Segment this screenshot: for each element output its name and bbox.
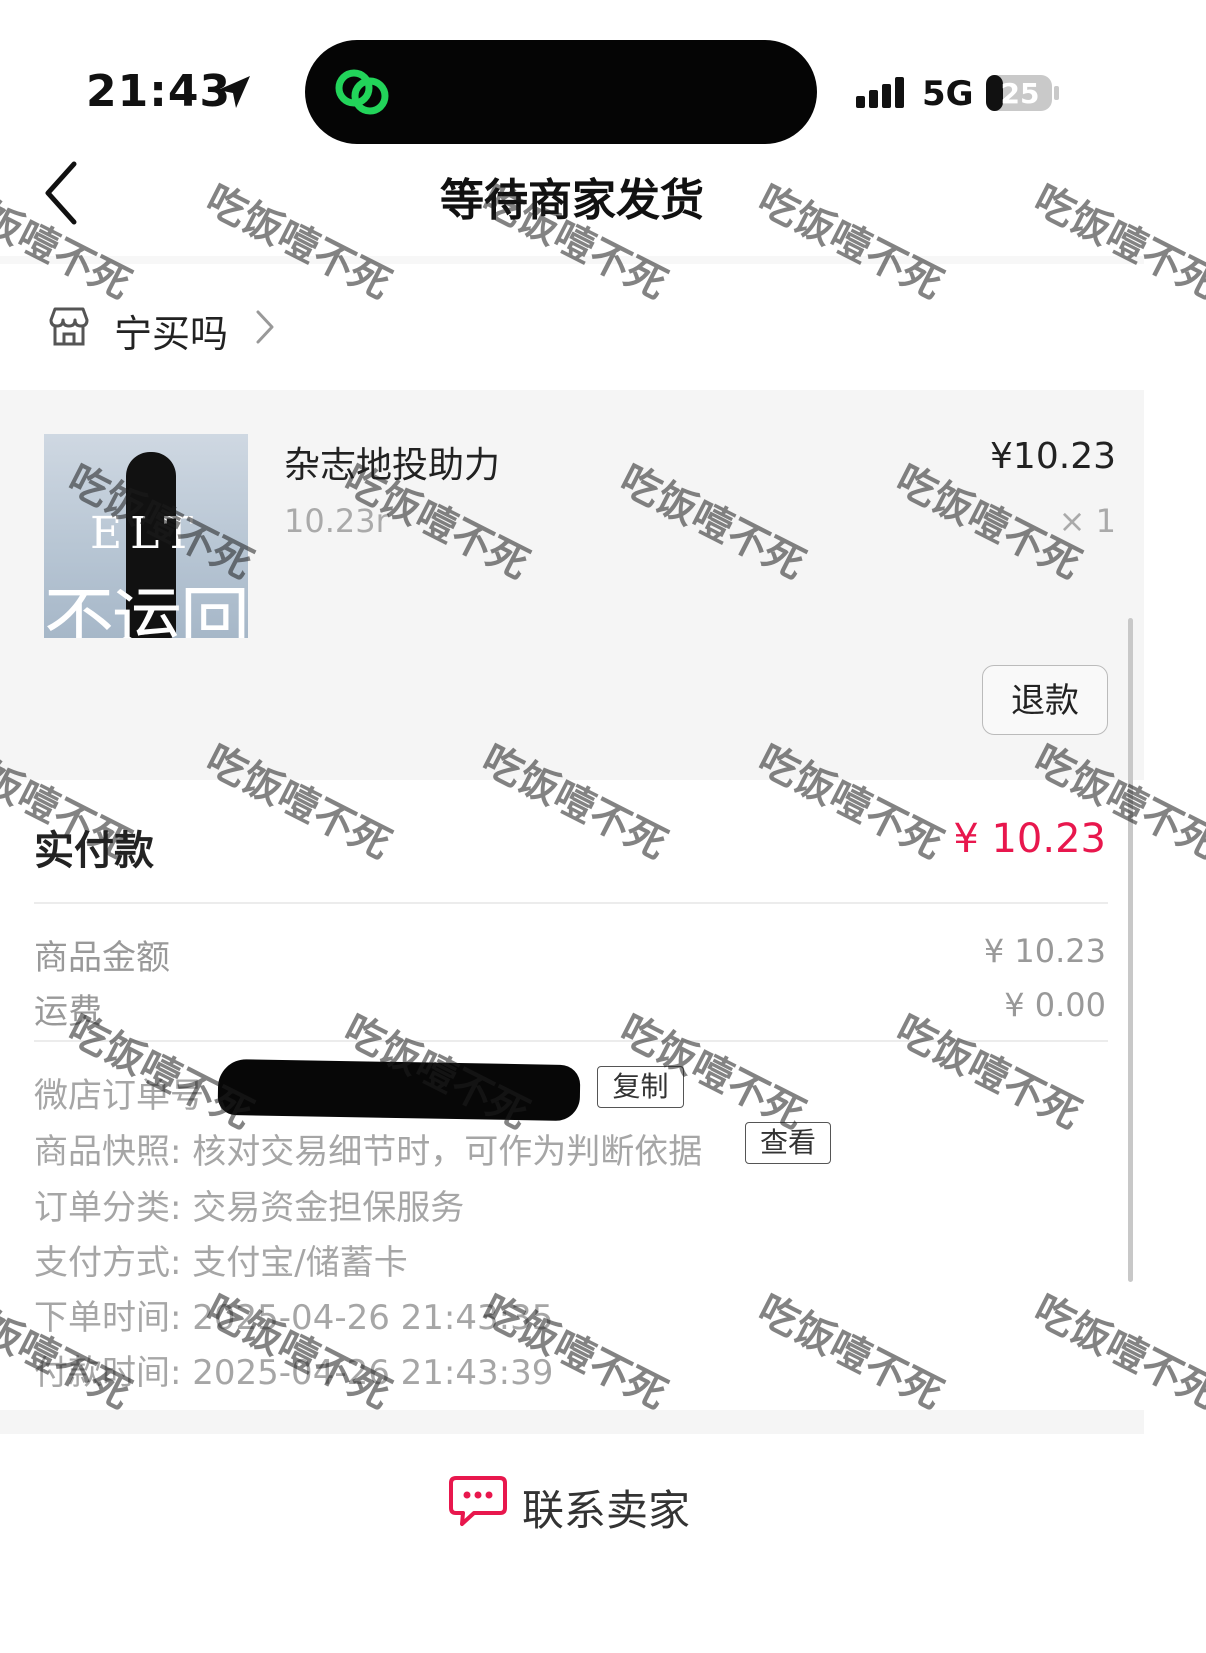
- shipping-label: 运费: [34, 992, 102, 1032]
- order-number-label: 微店订单号: [34, 1076, 204, 1116]
- chat-bubble-icon[interactable]: [448, 1474, 508, 1528]
- link-rings-icon[interactable]: [330, 66, 394, 118]
- network-type: 5G: [922, 74, 974, 114]
- product-thumbnail[interactable]: ELT 不运回: [44, 434, 248, 638]
- watermark-text: 吃饭噎不死: [750, 1286, 950, 1419]
- status-time: 21:43: [86, 66, 232, 117]
- product-title[interactable]: 杂志地投助力: [284, 436, 500, 488]
- goods-amount-value: ¥ 10.23: [983, 932, 1106, 970]
- divider: [34, 902, 1108, 904]
- redacted-order-number: [217, 1058, 581, 1122]
- battery-level: 25: [1000, 77, 1040, 110]
- paid-value: ¥ 10.23: [953, 816, 1106, 862]
- paid-label: 实付款: [34, 828, 154, 874]
- watermark-text: 吃饭噎不死: [1026, 1286, 1206, 1419]
- view-snapshot-button[interactable]: 查看: [745, 1122, 831, 1164]
- cover-text-cn: 不运回: [44, 579, 248, 638]
- payment-method: 支付方式: 支付宝/储蓄卡: [34, 1243, 408, 1283]
- divider: [0, 1410, 1144, 1434]
- scrollbar[interactable]: [1128, 618, 1133, 1282]
- store-icon[interactable]: [46, 304, 92, 350]
- cover-text-latin: ELT: [90, 508, 202, 559]
- location-arrow-icon: [218, 76, 250, 108]
- snapshot-text: 商品快照: 核对交易细节时，可作为判断依据: [34, 1132, 703, 1172]
- copy-button[interactable]: 复制: [597, 1066, 684, 1108]
- order-time: 下单时间: 2025-04-26 21:43:35: [34, 1298, 554, 1338]
- divider: [34, 1040, 1108, 1042]
- contact-seller-button[interactable]: 联系卖家: [522, 1477, 690, 1538]
- store-name[interactable]: 宁买吗: [114, 303, 228, 358]
- signal-icon: [856, 77, 904, 108]
- chevron-right-icon[interactable]: [252, 308, 278, 346]
- shipping-value: ¥ 0.00: [1004, 986, 1106, 1024]
- order-category: 订单分类: 交易资金担保服务: [34, 1188, 465, 1228]
- pay-time: 付款时间: 2025-04-26 21:43:39: [34, 1353, 554, 1393]
- product-spec: 10.23r: [284, 502, 389, 540]
- product-price: ¥10.23: [990, 436, 1116, 477]
- product-quantity: × 1: [1058, 502, 1116, 540]
- divider: [0, 256, 1144, 264]
- refund-button[interactable]: 退款: [982, 665, 1108, 735]
- goods-amount-label: 商品金额: [34, 938, 170, 978]
- page-title: 等待商家发货: [440, 175, 704, 226]
